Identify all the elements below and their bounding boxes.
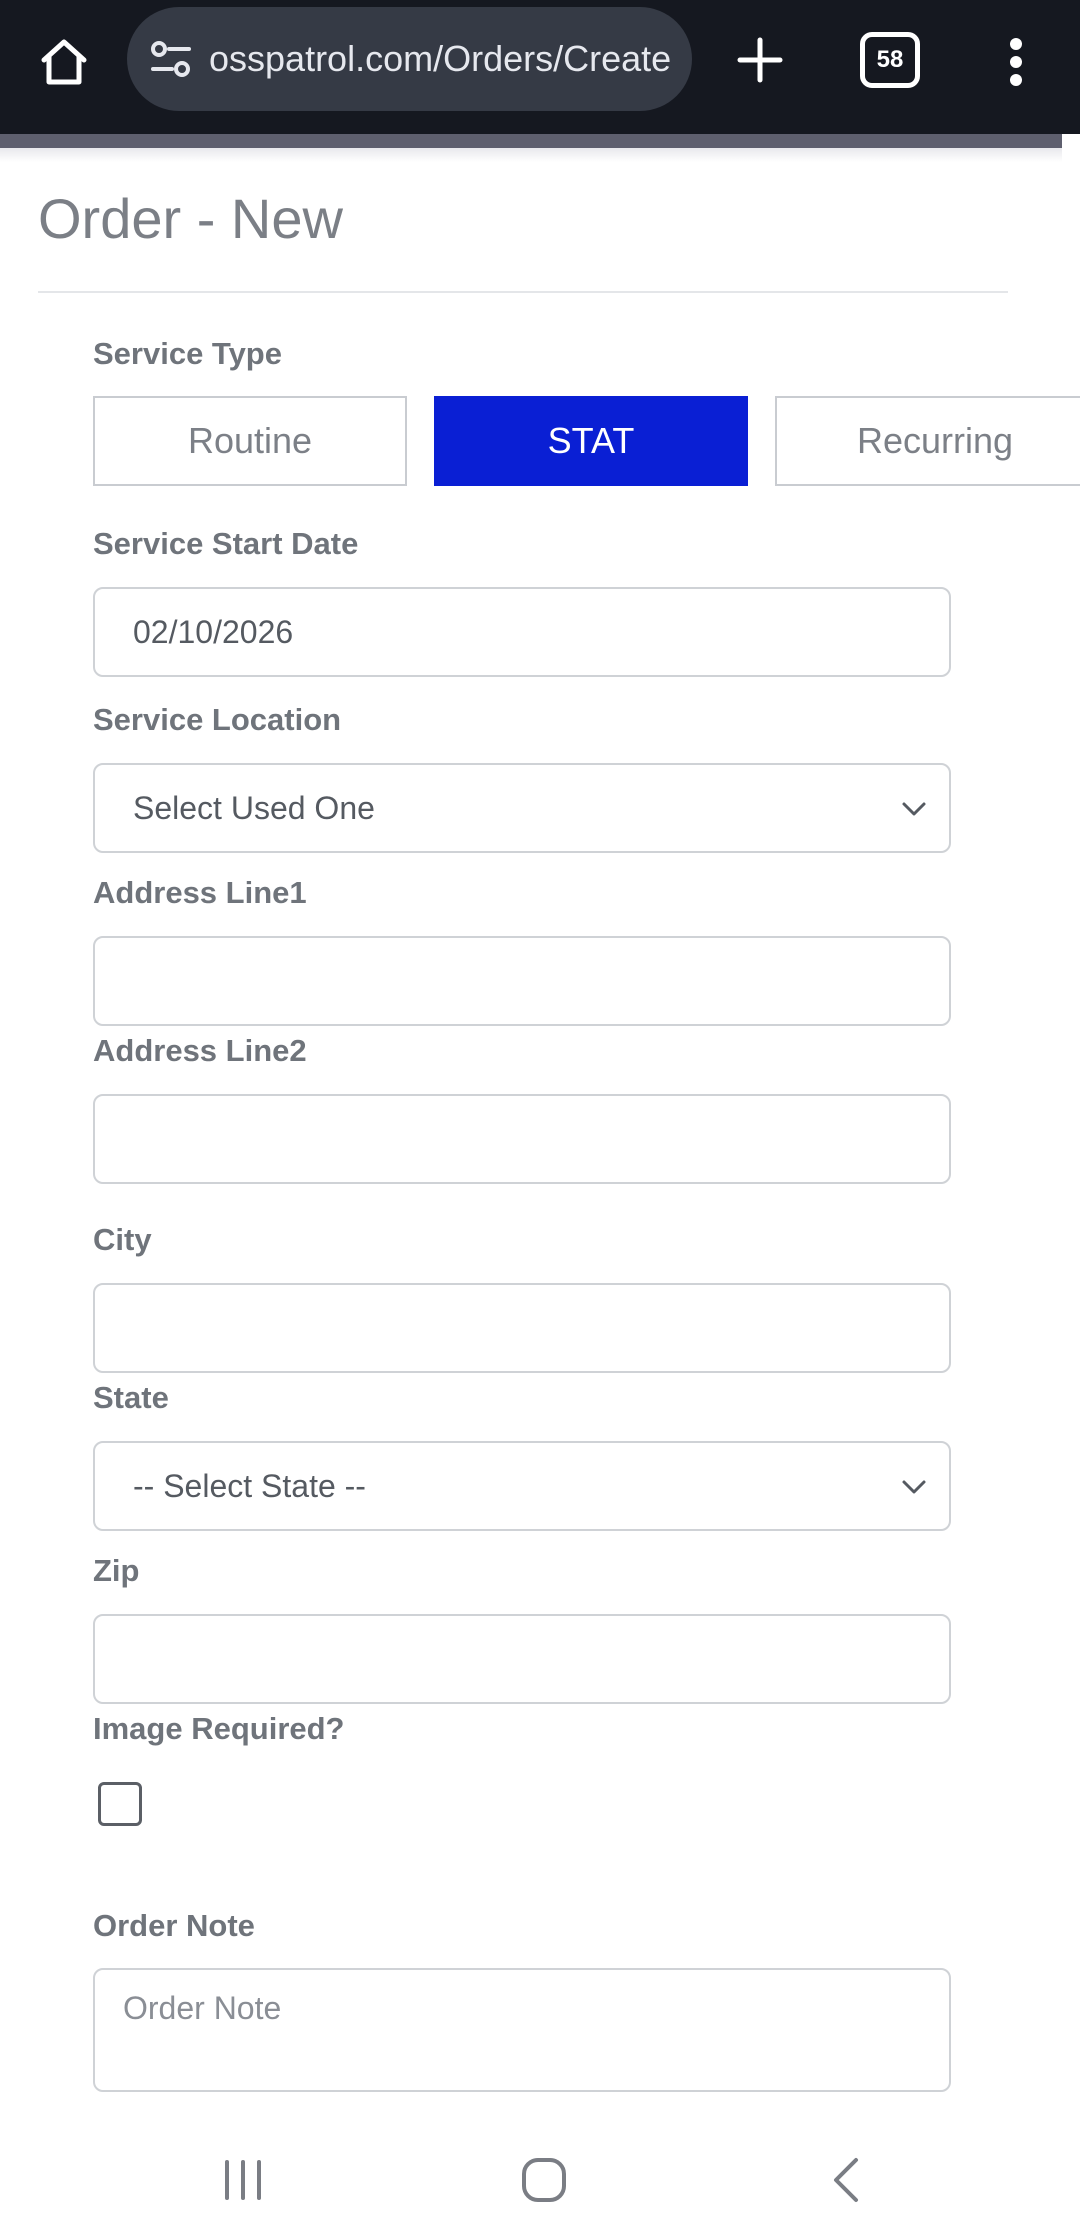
service-type-stat-button[interactable]: STAT xyxy=(434,396,748,486)
back-icon xyxy=(834,2158,858,2202)
city-label: City xyxy=(93,1222,152,1257)
state-value: -- Select State -- xyxy=(133,1467,366,1504)
service-start-date-label: Service Start Date xyxy=(93,526,359,561)
service-location-value: Select Used One xyxy=(133,789,375,826)
tab-count: 58 xyxy=(876,46,904,73)
more-vertical-icon xyxy=(1010,38,1022,86)
address-line2-input[interactable] xyxy=(93,1094,951,1184)
toolbar-shadow xyxy=(0,148,1062,162)
plus-icon xyxy=(737,37,783,83)
address-bar[interactable]: osspatrol.com/Orders/Create xyxy=(127,7,692,111)
home-icon xyxy=(41,39,87,85)
system-navigation-bar xyxy=(0,2120,1080,2240)
home-button[interactable] xyxy=(26,24,102,100)
system-home-button[interactable] xyxy=(499,2138,589,2222)
service-type-recurring-button[interactable]: Recurring xyxy=(775,396,1080,486)
service-location-label: Service Location xyxy=(93,702,342,737)
recents-icon xyxy=(225,2160,261,2200)
address-line1-label: Address Line1 xyxy=(93,875,307,910)
recents-button[interactable] xyxy=(198,2138,288,2222)
order-note-textarea[interactable] xyxy=(93,1968,951,2092)
service-type-label: Service Type xyxy=(93,336,282,371)
page-title: Order - New xyxy=(38,187,343,250)
zip-label: Zip xyxy=(93,1553,140,1588)
chevron-down-icon xyxy=(902,802,926,816)
system-back-button[interactable] xyxy=(801,2138,891,2222)
image-required-checkbox[interactable] xyxy=(98,1782,142,1826)
chevron-down-icon xyxy=(902,1480,926,1494)
image-required-label: Image Required? xyxy=(93,1711,345,1746)
state-label: State xyxy=(93,1380,169,1415)
service-location-select[interactable]: Select Used One xyxy=(93,763,951,853)
address-line1-input[interactable] xyxy=(93,936,951,1026)
new-tab-button[interactable] xyxy=(722,22,798,98)
tab-switcher-button[interactable]: 58 xyxy=(860,32,920,88)
service-type-routine-button[interactable]: Routine xyxy=(93,396,407,486)
address-line2-label: Address Line2 xyxy=(93,1033,307,1068)
more-menu-button[interactable] xyxy=(988,24,1044,100)
title-divider xyxy=(38,291,1008,293)
order-note-label: Order Note xyxy=(93,1908,255,1943)
service-start-date-field[interactable]: 02/10/2026 xyxy=(93,587,951,677)
tune-icon[interactable] xyxy=(149,37,193,81)
browser-toolbar: osspatrol.com/Orders/Create 58 xyxy=(0,0,1080,134)
url-text: osspatrol.com/Orders/Create xyxy=(209,38,672,79)
state-select[interactable]: -- Select State -- xyxy=(93,1441,951,1531)
zip-input[interactable] xyxy=(93,1614,951,1704)
home-circle-icon xyxy=(522,2158,566,2202)
city-input[interactable] xyxy=(93,1283,951,1373)
page-load-strip xyxy=(0,134,1062,148)
service-start-date-value: 02/10/2026 xyxy=(133,613,294,650)
